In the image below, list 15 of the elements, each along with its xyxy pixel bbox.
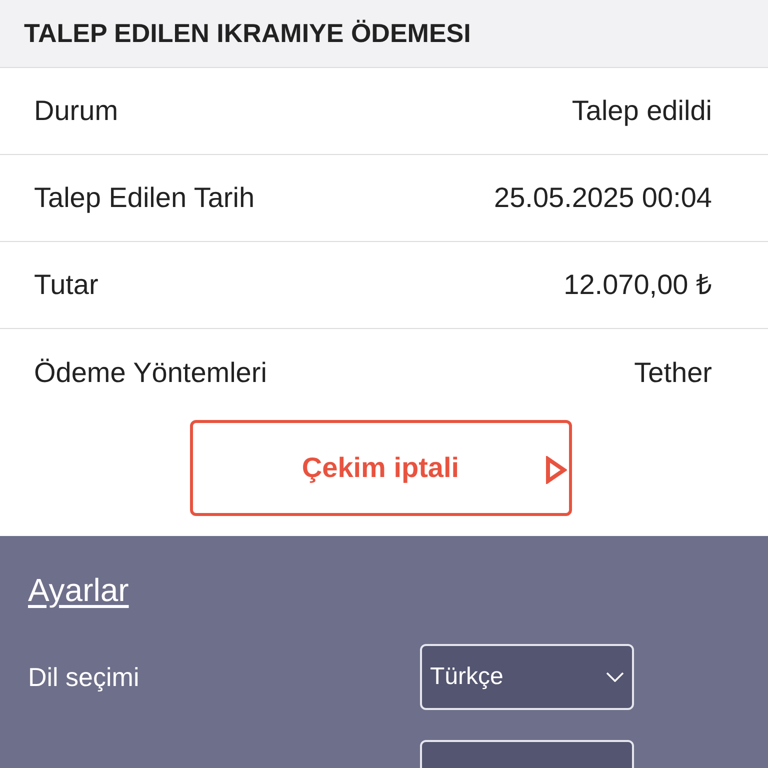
detail-value: 12.070,00 ₺ (564, 268, 712, 302)
detail-value: Talep edildi (572, 94, 712, 128)
detail-label: Durum (34, 94, 118, 128)
detail-value: 25.05.2025 00:04 (494, 181, 712, 215)
language-select[interactable]: Türkçe (420, 644, 634, 710)
play-icon (544, 456, 566, 484)
chevron-down-icon (606, 672, 624, 682)
settings-title[interactable]: Ayarlar (28, 566, 129, 614)
detail-label: Ödeme Yöntemleri (34, 356, 267, 390)
detail-label: Talep Edilen Tarih (34, 181, 255, 215)
detail-value: Tether (634, 356, 712, 390)
page-title: TALEP EDILEN IKRAMIYE ÖDEMESI (24, 17, 471, 50)
language-label: Dil seçimi (28, 660, 140, 694)
cancel-withdrawal-button[interactable]: Çekim iptali (190, 420, 572, 516)
detail-label: Tutar (34, 268, 98, 302)
